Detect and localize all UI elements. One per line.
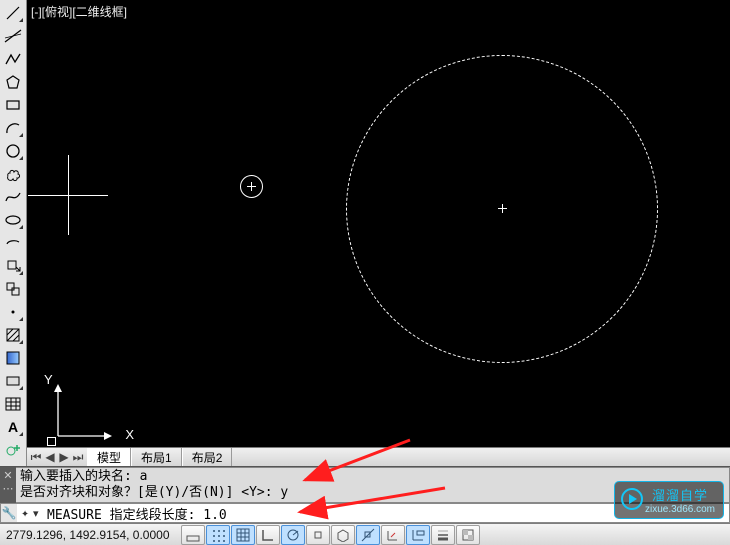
main-area: A [-][俯视][二维线框] Y X: [0, 0, 730, 466]
command-cursor-icon: ✦: [17, 506, 33, 521]
tool-point[interactable]: [2, 301, 25, 323]
ucs-x-label: X: [125, 427, 134, 442]
ucs-origin-box: [47, 437, 56, 446]
status-otrack[interactable]: [356, 525, 380, 545]
status-lineweight[interactable]: [431, 525, 455, 545]
command-close-icon[interactable]: ✕⋯: [0, 467, 16, 503]
ucs-y-label: Y: [44, 372, 53, 387]
tool-region[interactable]: [2, 370, 25, 392]
status-ortho[interactable]: [256, 525, 280, 545]
status-transparency[interactable]: [456, 525, 480, 545]
tool-construction-line[interactable]: [2, 25, 25, 47]
layout-tabs: ⏮ ◀ ▶ ⏭ 模型 布局1 布局2: [27, 447, 730, 466]
tool-polyline[interactable]: [2, 48, 25, 70]
play-icon: [621, 488, 643, 510]
center-blip-small: [251, 186, 252, 187]
tool-table[interactable]: [2, 393, 25, 415]
tool-make-block[interactable]: [2, 278, 25, 300]
tool-hatch[interactable]: [2, 324, 25, 346]
draw-tool-palette: A: [0, 0, 27, 466]
drawing-canvas[interactable]: [-][俯视][二维线框] Y X ⏮: [27, 0, 730, 466]
tool-revision-cloud[interactable]: [2, 163, 25, 185]
center-blip-large: [502, 208, 503, 209]
ucs-icon: Y X: [52, 382, 118, 442]
tool-text[interactable]: A: [2, 416, 25, 438]
tool-line[interactable]: [2, 2, 25, 24]
tool-gradient[interactable]: [2, 347, 25, 369]
tab-model[interactable]: 模型: [87, 448, 131, 466]
tool-insert-block[interactable]: [2, 255, 25, 277]
tab-first-icon[interactable]: ⏮: [29, 449, 43, 465]
tab-layout2[interactable]: 布局2: [182, 448, 233, 466]
tool-addselect[interactable]: [2, 439, 25, 461]
tool-circle[interactable]: [2, 140, 25, 162]
tab-next-icon[interactable]: ▶: [57, 449, 71, 465]
command-chevron-icon: ▾: [33, 507, 45, 520]
tab-layout1[interactable]: 布局1: [131, 448, 182, 466]
coordinates-readout[interactable]: 2779.1296, 1492.9154, 0.0000: [0, 528, 180, 542]
watermark-url: zixue.3d66.com: [645, 504, 715, 515]
tool-ellipse-arc[interactable]: [2, 232, 25, 254]
tab-nav: ⏮ ◀ ▶ ⏭: [27, 448, 87, 466]
watermark-title: 溜溜自学: [652, 485, 708, 504]
status-osnap[interactable]: [306, 525, 330, 545]
app-root: A [-][俯视][二维线框] Y X: [0, 0, 730, 545]
tab-prev-icon[interactable]: ◀: [43, 449, 57, 465]
tool-ellipse[interactable]: [2, 209, 25, 231]
status-snap-grid[interactable]: [206, 525, 230, 545]
tool-spline[interactable]: [2, 186, 25, 208]
tool-polygon[interactable]: [2, 71, 25, 93]
status-bar: 2779.1296, 1492.9154, 0.0000: [0, 523, 730, 545]
status-infer[interactable]: [181, 525, 205, 545]
customize-icon[interactable]: 🔧: [1, 504, 17, 522]
tool-arc[interactable]: [2, 117, 25, 139]
status-dyn-input[interactable]: [406, 525, 430, 545]
status-3dosnap[interactable]: [331, 525, 355, 545]
status-grid-display[interactable]: [231, 525, 255, 545]
tool-rectangle[interactable]: [2, 94, 25, 116]
watermark-badge: 溜溜自学 zixue.3d66.com: [614, 481, 724, 519]
tab-last-icon[interactable]: ⏭: [71, 449, 85, 465]
viewport-label[interactable]: [-][俯视][二维线框]: [31, 3, 127, 20]
status-polar[interactable]: [281, 525, 305, 545]
status-ducs[interactable]: [381, 525, 405, 545]
